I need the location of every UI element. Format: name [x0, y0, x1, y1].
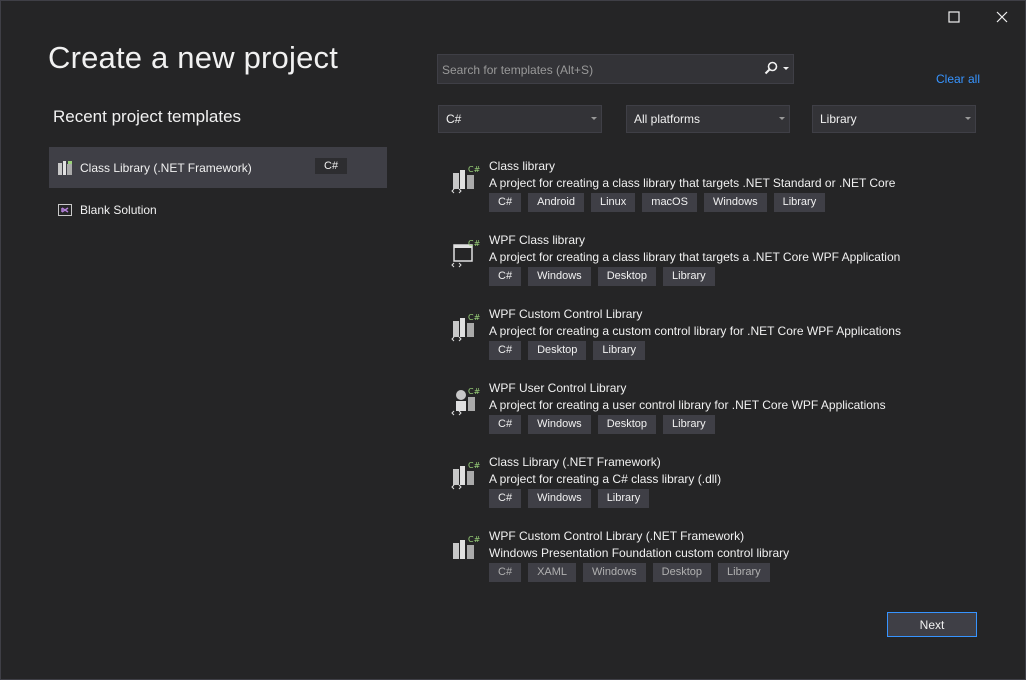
- search-options-caret-icon[interactable]: [783, 67, 789, 71]
- tag: XAML: [528, 563, 577, 582]
- next-button[interactable]: Next: [887, 612, 977, 637]
- recent-item-label: Class Library (.NET Framework): [80, 160, 252, 175]
- tag: Library: [773, 193, 826, 212]
- tag: C#: [489, 563, 522, 582]
- tag: C#: [489, 267, 522, 286]
- platform-filter-dropdown[interactable]: All platforms: [626, 105, 790, 133]
- user-control-library-icon: C#: [451, 387, 481, 416]
- template-description: A project for creating a custom control …: [489, 324, 901, 338]
- tag: Library: [663, 267, 715, 286]
- template-description: A project for creating a class library t…: [489, 176, 896, 190]
- clear-all-link[interactable]: Clear all: [936, 72, 980, 86]
- template-name: WPF Class library: [489, 233, 586, 247]
- template-item-wpf-class-library[interactable]: C# WPF Class library A project for creat…: [447, 233, 987, 307]
- tag: Library: [663, 415, 715, 434]
- recent-item-lang-badge: C#: [315, 158, 348, 174]
- search-input[interactable]: [438, 55, 764, 85]
- template-item-wpf-custom-control-framework[interactable]: C# WPF Custom Control Library (.NET Fram…: [447, 529, 987, 603]
- tag: C#: [489, 341, 522, 360]
- custom-control-framework-icon: C#: [453, 535, 481, 559]
- tag: C#: [489, 415, 522, 434]
- template-description: A project for creating a user control li…: [489, 398, 886, 412]
- template-tags: C# Desktop Library: [489, 341, 646, 360]
- maximize-icon: [948, 11, 960, 23]
- recent-templates-heading: Recent project templates: [53, 107, 242, 126]
- tag: Desktop: [597, 415, 657, 434]
- tag: Library: [718, 563, 770, 582]
- svg-text:C#: C#: [468, 535, 481, 544]
- tag: C#: [489, 193, 522, 212]
- tag: Windows: [583, 563, 646, 582]
- template-search-box[interactable]: [437, 54, 794, 85]
- template-item-wpf-user-control-library[interactable]: C# WPF User Control Library A project fo…: [447, 381, 987, 455]
- tag: Library: [593, 341, 646, 360]
- chevron-down-icon: [779, 117, 785, 120]
- tag: Library: [597, 489, 650, 508]
- language-filter-dropdown[interactable]: C#: [438, 105, 602, 133]
- solution-icon: [58, 203, 72, 216]
- page-title: Create a new project: [48, 40, 339, 75]
- recent-item-class-library[interactable]: Class Library (.NET Framework) C#: [49, 147, 387, 188]
- template-item-class-library-framework[interactable]: C# Class Library (.NET Framework) A proj…: [447, 455, 987, 529]
- tag: Desktop: [652, 563, 712, 582]
- template-item-wpf-custom-control-library[interactable]: C# WPF Custom Control Library A project …: [447, 307, 987, 381]
- chevron-down-icon: [591, 117, 597, 120]
- platform-filter-value: All platforms: [634, 112, 701, 126]
- language-filter-value: C#: [446, 112, 462, 126]
- wpf-window-icon: C#: [451, 239, 481, 268]
- template-name: Class library: [489, 159, 556, 173]
- template-tags: C# Android Linux macOS Windows Library: [489, 193, 826, 212]
- template-name: Class Library (.NET Framework): [489, 455, 661, 469]
- template-tags: C# Windows Desktop Library: [489, 267, 715, 286]
- class-library-icon: [58, 160, 72, 175]
- tag: Android: [528, 193, 584, 212]
- tag: C#: [489, 489, 522, 508]
- svg-text:C#: C#: [468, 313, 481, 322]
- maximize-button[interactable]: [936, 4, 972, 30]
- svg-text:C#: C#: [468, 461, 481, 470]
- project-type-filter-value: Library: [820, 112, 857, 126]
- tag: Desktop: [528, 341, 587, 360]
- svg-text:C#: C#: [468, 387, 481, 396]
- tag: Desktop: [597, 267, 657, 286]
- svg-text:C#: C#: [468, 165, 481, 174]
- template-description: A project for creating a C# class librar…: [489, 472, 722, 486]
- template-description: A project for creating a class library t…: [489, 250, 901, 264]
- tag: Windows: [703, 193, 767, 212]
- tag: Windows: [528, 489, 591, 508]
- class-library-framework-icon: C#: [451, 461, 481, 490]
- tag: Windows: [528, 267, 591, 286]
- close-button[interactable]: [984, 4, 1020, 30]
- template-name: WPF Custom Control Library (.NET Framewo…: [489, 529, 745, 543]
- template-name: WPF Custom Control Library: [489, 307, 643, 321]
- close-icon: [996, 11, 1008, 23]
- recent-item-blank-solution[interactable]: Blank Solution: [49, 189, 387, 230]
- recent-item-label: Blank Solution: [80, 202, 157, 217]
- template-description: Windows Presentation Foundation custom c…: [489, 546, 790, 560]
- class-library-csharp-icon: C#: [451, 165, 481, 194]
- svg-text:C#: C#: [468, 239, 481, 248]
- tag: Linux: [590, 193, 636, 212]
- tag: Windows: [528, 415, 591, 434]
- template-item-class-library[interactable]: C# Class library A project for creating …: [447, 159, 987, 233]
- search-icon[interactable]: [764, 61, 778, 75]
- template-tags: C# XAML Windows Desktop Library: [489, 563, 770, 582]
- project-type-filter-dropdown[interactable]: Library: [812, 105, 976, 133]
- template-tags: C# Windows Desktop Library: [489, 415, 715, 434]
- custom-control-library-icon: C#: [451, 313, 481, 342]
- tag: macOS: [642, 193, 697, 212]
- chevron-down-icon: [965, 117, 971, 120]
- template-name: WPF User Control Library: [489, 381, 627, 395]
- template-tags: C# Windows Library: [489, 489, 650, 508]
